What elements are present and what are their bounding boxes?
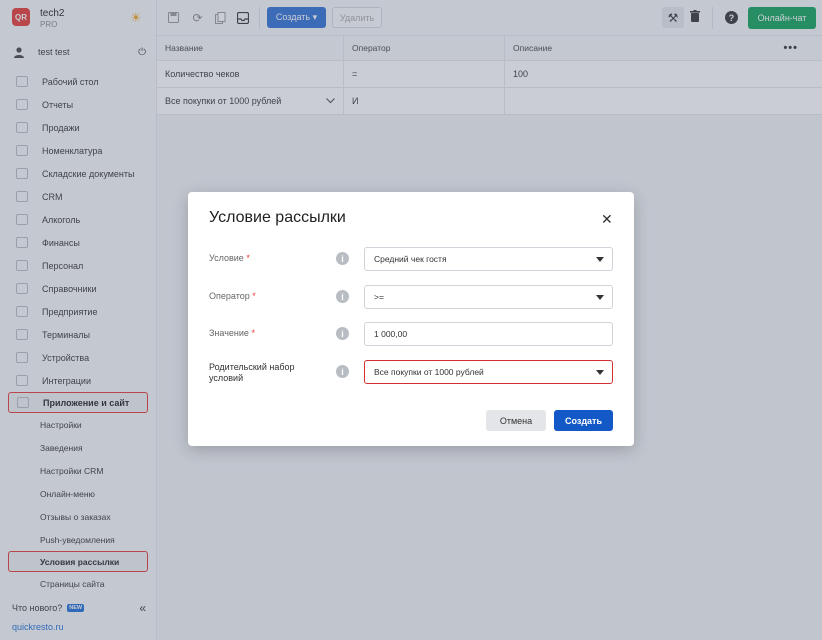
caret-down-icon [596,370,604,375]
caret-down-icon [596,295,604,300]
caret-down-icon [596,257,604,262]
operator-row: Оператор * i >= [209,285,613,309]
parent-set-row: Родительский набор условий i Все покупки… [209,360,613,384]
info-icon[interactable]: i [336,327,349,340]
create-condition-button[interactable]: Создать [554,410,613,431]
condition-select[interactable]: Средний чек гостя [364,247,613,271]
condition-row: Условие * i Средний чек гостя [209,247,613,271]
value-input[interactable]: 1 000,00 [364,322,613,346]
mailing-condition-dialog: Условие рассылки ✕ Условие * i Средний ч… [188,192,634,446]
parent-set-select[interactable]: Все покупки от 1000 рублей [364,360,613,384]
operator-label: Оператор * [209,291,256,301]
close-icon[interactable]: ✕ [601,211,613,228]
condition-label: Условие * [209,253,250,263]
info-icon[interactable]: i [336,290,349,303]
info-icon[interactable]: i [336,252,349,265]
info-icon[interactable]: i [336,365,349,378]
cancel-button[interactable]: Отмена [486,410,546,431]
value-label: Значение * [209,328,255,338]
operator-select[interactable]: >= [364,285,613,309]
parent-set-label: Родительский набор условий [209,362,295,383]
dialog-title: Условие рассылки [209,209,346,226]
value-row: Значение * i 1 000,00 [209,322,613,346]
